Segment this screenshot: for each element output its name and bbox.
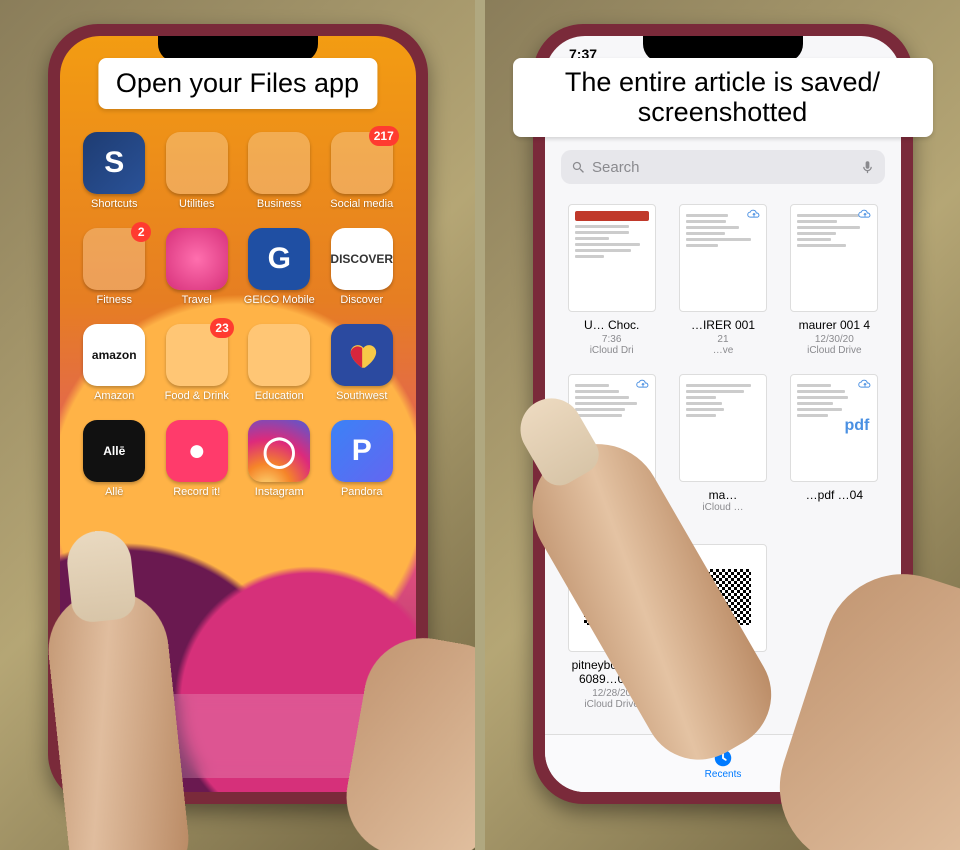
file-item[interactable]: maurer 001 4 12/30/20iCloud Drive — [784, 204, 885, 356]
file-name: maurer 001 4 — [799, 318, 870, 332]
file-date: 21 — [717, 334, 728, 345]
badge: 217 — [369, 126, 399, 146]
app-record-it-[interactable]: ● Record it! — [161, 420, 234, 498]
app-label: Record it! — [173, 486, 220, 498]
file-date: 12/30/20 — [815, 334, 854, 345]
app-travel[interactable]: Travel — [161, 228, 234, 306]
file-item[interactable]: ma…iCloud … — [672, 374, 773, 526]
app-label: Discover — [340, 294, 383, 306]
file-name: ma… — [709, 488, 738, 502]
app-southwest[interactable]: Southwest — [326, 324, 399, 402]
app-label: Travel — [182, 294, 212, 306]
folder-icon[interactable]: 2 — [83, 228, 145, 290]
app-label: Pandora — [341, 486, 383, 498]
app-icon[interactable]: ● — [166, 420, 228, 482]
folder-icon[interactable] — [248, 324, 310, 386]
app-education[interactable]: Education — [243, 324, 316, 402]
app-pandora[interactable]: P Pandora — [326, 420, 399, 498]
app-icon[interactable]: amazon — [83, 324, 145, 386]
app-label: Shortcuts — [91, 198, 137, 210]
app-label: GEICO Mobile — [244, 294, 315, 306]
right-panel: The entire article is saved/ screenshott… — [485, 0, 960, 850]
app-geico-mobile[interactable]: G GEICO Mobile — [243, 228, 316, 306]
file-thumbnail[interactable] — [679, 374, 767, 482]
app-label: Social media — [330, 198, 393, 210]
app-all-[interactable]: Allē Allē — [78, 420, 151, 498]
app-instagram[interactable]: ◯ Instagram — [243, 420, 316, 498]
file-location: iCloud Dri — [590, 345, 634, 356]
file-thumbnail[interactable] — [790, 204, 878, 312]
app-fitness[interactable]: 2 Fitness — [78, 228, 151, 306]
app-food-drink[interactable]: 23 Food & Drink — [161, 324, 234, 402]
app-label: Amazon — [94, 390, 134, 402]
search-icon — [571, 160, 586, 175]
file-location: iCloud … — [702, 502, 743, 513]
file-location: iCloud Drive — [807, 345, 861, 356]
badge: 2 — [131, 222, 151, 242]
app-icon[interactable]: G — [248, 228, 310, 290]
app-business[interactable]: Business — [243, 132, 316, 210]
file-item[interactable]: …IRER 001 21…ve — [672, 204, 773, 356]
app-label: Food & Drink — [165, 390, 229, 402]
cloud-icon — [857, 209, 873, 219]
file-location: iCloud Drive — [584, 699, 638, 710]
file-name: U… Choc. — [584, 318, 639, 332]
left-panel: Open your Files app S Shortcuts Utilities B… — [0, 0, 475, 850]
app-label: Southwest — [336, 390, 387, 402]
app-icon[interactable]: Allē — [83, 420, 145, 482]
file-thumbnail[interactable] — [568, 204, 656, 312]
cloud-icon — [857, 379, 873, 389]
badge: 23 — [210, 318, 233, 338]
search-input[interactable]: Search — [561, 150, 885, 184]
folder-icon[interactable] — [248, 132, 310, 194]
file-date: 12/28/20 — [592, 688, 631, 699]
cloud-icon — [746, 209, 762, 219]
app-icon[interactable]: ◯ — [248, 420, 310, 482]
app-discover[interactable]: DISCOVER Discover — [326, 228, 399, 306]
app-icon[interactable] — [331, 324, 393, 386]
app-label: Allē — [105, 486, 123, 498]
app-label: Utilities — [179, 198, 214, 210]
app-utilities[interactable]: Utilities — [161, 132, 234, 210]
file-date: 7:36 — [602, 334, 621, 345]
app-icon[interactable]: P — [331, 420, 393, 482]
app-label: Instagram — [255, 486, 304, 498]
mic-icon[interactable] — [860, 160, 875, 175]
app-shortcuts[interactable]: S Shortcuts — [78, 132, 151, 210]
file-location: …ve — [713, 345, 734, 356]
folder-icon[interactable] — [166, 132, 228, 194]
app-label: Business — [257, 198, 302, 210]
app-amazon[interactable]: amazon Amazon — [78, 324, 151, 402]
file-thumbnail[interactable]: pdf — [790, 374, 878, 482]
file-item[interactable]: pdf …pdf …04 — [784, 374, 885, 526]
file-item[interactable]: U… Choc. 7:36iCloud Dri — [561, 204, 662, 356]
app-label: Fitness — [97, 294, 132, 306]
search-placeholder: Search — [592, 159, 640, 176]
app-label: Education — [255, 390, 304, 402]
app-social-media[interactable]: 217 Social media — [326, 132, 399, 210]
cloud-icon — [635, 379, 651, 389]
folder-icon[interactable]: 217 — [331, 132, 393, 194]
caption-right: The entire article is saved/ screenshott… — [513, 58, 933, 137]
file-thumbnail[interactable] — [679, 204, 767, 312]
app-icon[interactable] — [166, 228, 228, 290]
app-icon[interactable]: S — [83, 132, 145, 194]
file-name: …IRER 001 — [691, 318, 755, 332]
app-icon[interactable]: DISCOVER — [331, 228, 393, 290]
folder-icon[interactable]: 23 — [166, 324, 228, 386]
file-name: …pdf …04 — [806, 488, 863, 502]
tab-label: Recents — [705, 769, 742, 780]
caption-left: Open your Files app — [98, 58, 377, 109]
